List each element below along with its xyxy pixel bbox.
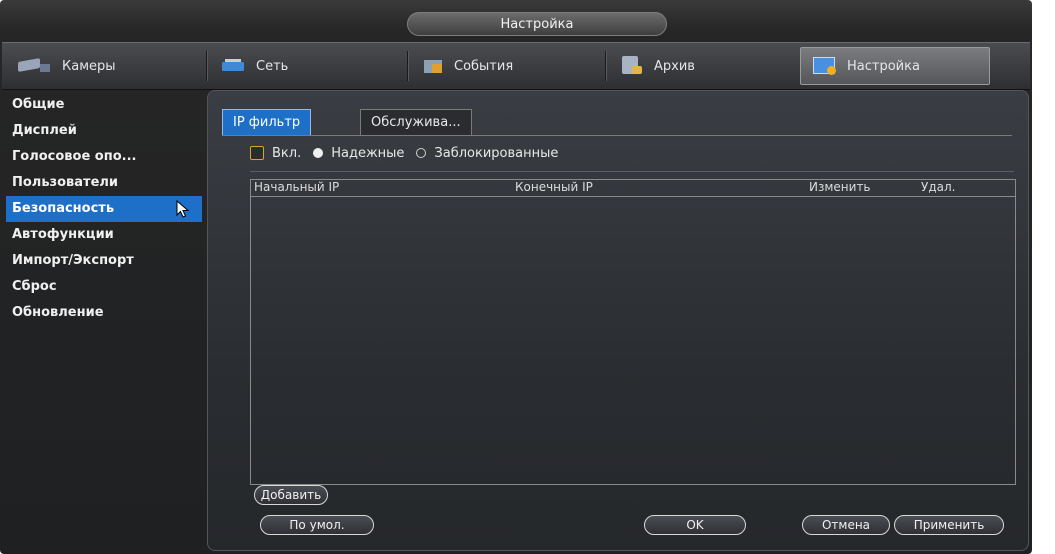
sidebar-item-label: Автофункции [12, 227, 114, 242]
sidebar-item-autofunctions[interactable]: Автофункции [6, 222, 202, 248]
ok-button[interactable]: OK [644, 515, 746, 535]
ok-button-label: OK [686, 518, 704, 532]
mouse-cursor-icon [176, 200, 190, 218]
tab-divider [605, 51, 606, 81]
tab-ip-filter-label: IP фильтр [233, 115, 301, 130]
sidebar-item-users[interactable]: Пользователи [6, 170, 202, 196]
table-header: Начальный IP Конечный IP Изменить Удал. [251, 180, 1015, 197]
enable-checkbox[interactable] [250, 146, 264, 160]
tab-cameras-label: Камеры [62, 58, 116, 74]
top-navigation: Камеры Сеть События Архив Настройка [2, 42, 1030, 90]
tab-events[interactable]: События [412, 47, 602, 85]
sidebar-item-label: Дисплей [12, 123, 77, 138]
cancel-button[interactable]: Отмена [802, 515, 890, 535]
tab-settings[interactable]: Настройка [800, 47, 990, 85]
divider [250, 171, 1014, 172]
filter-options: Вкл. Надежные Заблокированные [250, 143, 558, 163]
sidebar-item-label: Импорт/Экспорт [12, 253, 134, 268]
events-icon [424, 58, 444, 74]
tab-network[interactable]: Сеть [210, 47, 404, 85]
enable-label: Вкл. [272, 145, 302, 161]
content-panel: IP фильтр Обслужива... Вкл. Надежные Заб… [207, 90, 1029, 551]
tab-ip-filter[interactable]: IP фильтр [222, 109, 312, 136]
sidebar-item-label: Обновление [12, 305, 104, 320]
sidebar-item-update[interactable]: Обновление [6, 300, 202, 326]
cancel-button-label: Отмена [821, 518, 871, 532]
add-button[interactable]: Добавить [254, 485, 328, 505]
sidebar-item-label: Общие [12, 97, 65, 112]
sidebar-item-label: Сброс [12, 279, 57, 294]
add-button-label: Добавить [260, 488, 322, 502]
sidebar-item-security[interactable]: Безопасность [6, 196, 202, 222]
blocked-label: Заблокированные [434, 145, 559, 161]
settings-window: Настройка Камеры Сеть События Архив Наст… [0, 0, 1032, 554]
trusted-radio[interactable] [313, 148, 324, 158]
tab-events-label: События [454, 58, 514, 74]
tab-underline [222, 135, 1012, 136]
tab-network-label: Сеть [256, 58, 289, 74]
blocked-radio[interactable] [416, 148, 427, 158]
column-edit: Изменить [809, 180, 871, 194]
sidebar-item-voice[interactable]: Голосовое опо... [6, 144, 202, 170]
column-start-ip: Начальный IP [254, 180, 340, 194]
window-title-text: Настройка [500, 16, 574, 32]
sidebar-item-display[interactable]: Дисплей [6, 118, 202, 144]
sidebar-item-label: Пользователи [12, 175, 119, 190]
camera-icon [18, 58, 52, 74]
trusted-label: Надежные [331, 145, 405, 161]
archive-icon [622, 56, 644, 76]
tab-archive[interactable]: Архив [610, 47, 798, 85]
apply-button-label: Применить [913, 518, 985, 532]
tab-archive-label: Архив [654, 58, 695, 74]
sidebar-item-reset[interactable]: Сброс [6, 274, 202, 300]
sidebar-item-general[interactable]: Общие [6, 92, 202, 118]
default-button[interactable]: По умол. [260, 515, 374, 535]
sidebar-item-label: Безопасность [12, 201, 115, 216]
tab-maintenance-label: Обслужива... [371, 115, 461, 130]
default-button-label: По умол. [289, 518, 345, 532]
tab-settings-label: Настройка [847, 58, 920, 74]
settings-icon [813, 56, 837, 76]
network-icon [222, 59, 246, 73]
apply-button[interactable]: Применить [894, 515, 1004, 535]
sidebar: Общие Дисплей Голосовое опо... Пользоват… [6, 92, 202, 326]
tab-cameras[interactable]: Камеры [6, 47, 202, 85]
tab-divider [407, 51, 408, 81]
tab-maintenance[interactable]: Обслужива... [360, 109, 472, 136]
column-end-ip: Конечный IP [515, 180, 593, 194]
window-title: Настройка [407, 12, 667, 36]
sidebar-item-import-export[interactable]: Импорт/Экспорт [6, 248, 202, 274]
tab-divider [206, 51, 207, 81]
column-delete: Удал. [921, 180, 956, 194]
ip-table: Начальный IP Конечный IP Изменить Удал. [250, 179, 1016, 485]
sidebar-item-label: Голосовое опо... [12, 149, 137, 164]
